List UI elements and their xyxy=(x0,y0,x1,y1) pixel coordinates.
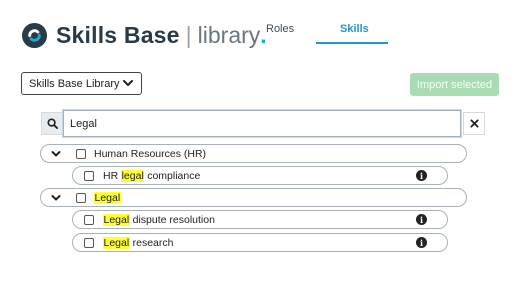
app-logo: Skills Base | library. xyxy=(21,18,267,52)
skill-checkbox[interactable] xyxy=(84,238,94,248)
search-button[interactable] xyxy=(41,112,63,135)
search-highlight: legal xyxy=(121,170,145,182)
tree-group-legal[interactable]: Legal xyxy=(40,188,467,207)
info-icon[interactable]: i xyxy=(416,237,427,248)
group-checkbox[interactable] xyxy=(76,193,86,203)
skill-checkbox[interactable] xyxy=(84,171,94,181)
list-item[interactable]: HR legal compliance i xyxy=(72,166,448,185)
import-selected-button[interactable]: Import selected xyxy=(410,73,499,96)
group-label: Human Resources (HR) xyxy=(94,148,207,160)
library-select-value: Skills Base Library xyxy=(29,77,120,90)
search-highlight: Legal xyxy=(103,237,130,249)
info-icon[interactable]: i xyxy=(416,214,427,225)
chevron-down-icon[interactable] xyxy=(51,193,61,203)
library-select[interactable]: Skills Base Library xyxy=(21,72,142,95)
brand-separator: | xyxy=(185,21,192,48)
brand-name: Skills Base xyxy=(56,21,180,48)
skill-checkbox[interactable] xyxy=(84,215,94,225)
info-icon[interactable]: i xyxy=(416,170,427,181)
list-item[interactable]: Legal research i xyxy=(72,233,448,252)
group-checkbox[interactable] xyxy=(76,149,86,159)
chevron-down-icon[interactable] xyxy=(51,149,61,159)
search-highlight: Legal xyxy=(103,214,130,226)
skill-label: HR legal compliance xyxy=(103,170,201,182)
skills-base-logo-icon xyxy=(21,22,48,48)
search-highlight: Legal xyxy=(94,192,121,204)
search-input[interactable] xyxy=(63,110,461,137)
chevron-down-icon xyxy=(123,80,133,86)
clear-search-button[interactable] xyxy=(463,112,485,135)
skill-label: Legal research xyxy=(103,237,174,249)
brand-suffix: library xyxy=(197,21,261,48)
search-icon xyxy=(46,118,58,129)
tree-group-hr[interactable]: Human Resources (HR) xyxy=(40,144,467,163)
active-tab-indicator xyxy=(316,42,388,44)
list-item[interactable]: Legal dispute resolution i xyxy=(72,210,448,229)
group-label: Legal xyxy=(94,192,121,204)
tab-skills[interactable]: Skills xyxy=(340,23,369,35)
skill-label: Legal dispute resolution xyxy=(103,214,215,226)
close-icon xyxy=(469,119,479,128)
tab-roles[interactable]: Roles xyxy=(266,23,294,35)
